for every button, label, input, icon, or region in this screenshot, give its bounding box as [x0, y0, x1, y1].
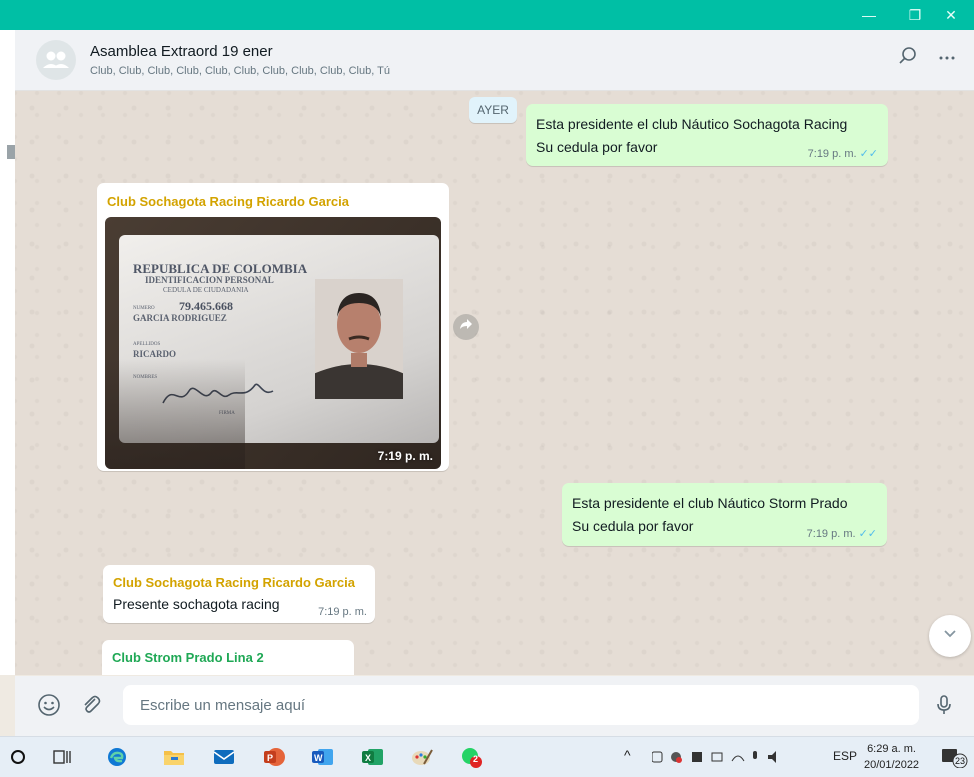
date-chip: AYER	[469, 97, 517, 123]
attach-icon[interactable]	[78, 693, 104, 719]
search-icon[interactable]	[894, 46, 922, 74]
window-titlebar: — ❐ ✕	[0, 0, 974, 30]
clock-date: 20/01/2022	[864, 759, 920, 771]
file-explorer-icon[interactable]	[162, 746, 186, 768]
chat-header[interactable]: Asamblea Extraord 19 ener Club, Club, Cl…	[15, 30, 974, 91]
menu-icon[interactable]	[933, 46, 961, 74]
microphone-icon[interactable]	[931, 693, 957, 719]
system-clock[interactable]: 6:29 a. m. 20/01/2022	[864, 741, 919, 773]
clock-time: 6:29 a. m.	[867, 743, 916, 755]
id-card-photo[interactable]: REPUBLICA DE COLOMBIA IDENTIFICACION PER…	[105, 217, 441, 469]
tray-icons[interactable]	[651, 749, 802, 768]
card-doc-type: CEDULA DE CIUDADANIA	[163, 286, 249, 294]
message-input[interactable]	[123, 685, 919, 725]
message-text: Su cedula por favor	[572, 518, 694, 534]
finger-shadow	[105, 359, 245, 469]
paint-icon[interactable]	[410, 746, 434, 768]
excel-icon[interactable]: X	[360, 746, 384, 768]
message-sender[interactable]: Club Strom Prado Lina 2	[112, 650, 264, 665]
card-numero-label: NUMERO	[133, 306, 155, 311]
svg-text:W: W	[314, 753, 323, 763]
read-ticks-icon: ✓✓	[858, 528, 877, 540]
tray-chevron-icon[interactable]: ^	[624, 747, 631, 763]
task-view-icon[interactable]	[50, 746, 74, 768]
svg-text:X: X	[365, 753, 371, 763]
portrait-icon	[315, 279, 403, 399]
svg-text:P: P	[267, 753, 273, 763]
message-sender[interactable]: Club Sochagota Racing Ricardo Garcia	[113, 575, 355, 590]
message-text: Esta presidente el club Náutico Sochagot…	[536, 116, 848, 132]
card-first-name: RICARDO	[133, 349, 177, 359]
message-time: 7:19 p. m.	[318, 606, 367, 618]
scroll-down-button[interactable]	[929, 615, 971, 657]
card-id-type: IDENTIFICACION PERSONAL	[145, 275, 274, 285]
app-badge: 2	[473, 754, 479, 764]
incoming-photo-message[interactable]: Club Sochagota Racing Ricardo Garcia REP…	[97, 183, 449, 471]
group-avatar-icon[interactable]	[36, 40, 76, 80]
card-apellidos-label: APELLIDOS	[133, 342, 161, 347]
group-title[interactable]: Asamblea Extraord 19 ener	[90, 43, 273, 60]
incoming-message[interactable]: Club Strom Prado Lina 2	[102, 640, 354, 675]
left-panel-edge	[0, 30, 15, 675]
card-number: 79.465.668	[179, 299, 233, 313]
whatsapp-taskbar-icon[interactable]: 2	[460, 746, 484, 768]
panel-scroll-marker	[7, 145, 15, 159]
message-text: Su cedula por favor	[536, 139, 658, 155]
word-icon[interactable]: W	[310, 746, 334, 768]
message-composer	[15, 676, 974, 736]
notification-count: 23	[955, 756, 966, 766]
mail-icon[interactable]	[212, 746, 236, 768]
minimize-button[interactable]: —	[846, 0, 892, 30]
message-text: Presente sochagota racing	[113, 596, 280, 612]
read-ticks-icon: ✓✓	[859, 148, 878, 160]
incoming-message[interactable]: Club Sochagota Racing Ricardo Garcia Pre…	[103, 565, 375, 623]
message-time: 7:19 p. m.	[377, 449, 433, 463]
outgoing-message[interactable]: Esta presidente el club Náutico Sochagot…	[526, 104, 888, 166]
outgoing-message[interactable]: Esta presidente el club Náutico Storm Pr…	[562, 483, 887, 546]
windows-taskbar: P W X 2 ^ ESP 6:29 a. m. 20/01/2022 23	[0, 736, 974, 777]
close-button[interactable]: ✕	[928, 0, 974, 30]
search-circle-icon[interactable]	[8, 746, 28, 768]
message-time: 7:19 p. m.	[806, 528, 856, 540]
message-text: Esta presidente el club Náutico Storm Pr…	[572, 495, 848, 511]
chat-panel[interactable]: AYER Esta presidente el club Náutico Soc…	[15, 91, 974, 675]
message-sender[interactable]: Club Sochagota Racing Ricardo Garcia	[107, 194, 349, 209]
language-indicator[interactable]: ESP	[833, 749, 857, 763]
message-time: 7:19 p. m.	[807, 148, 857, 160]
edge-icon[interactable]	[105, 746, 129, 768]
group-participants: Club, Club, Club, Club, Club, Club, Club…	[90, 65, 390, 77]
notifications-icon[interactable]: 23	[940, 746, 968, 769]
powerpoint-icon[interactable]: P	[262, 746, 286, 768]
emoji-icon[interactable]	[36, 693, 62, 719]
forward-icon[interactable]	[453, 314, 479, 340]
card-surnames: GARCIA RODRIGUEZ	[133, 313, 227, 323]
